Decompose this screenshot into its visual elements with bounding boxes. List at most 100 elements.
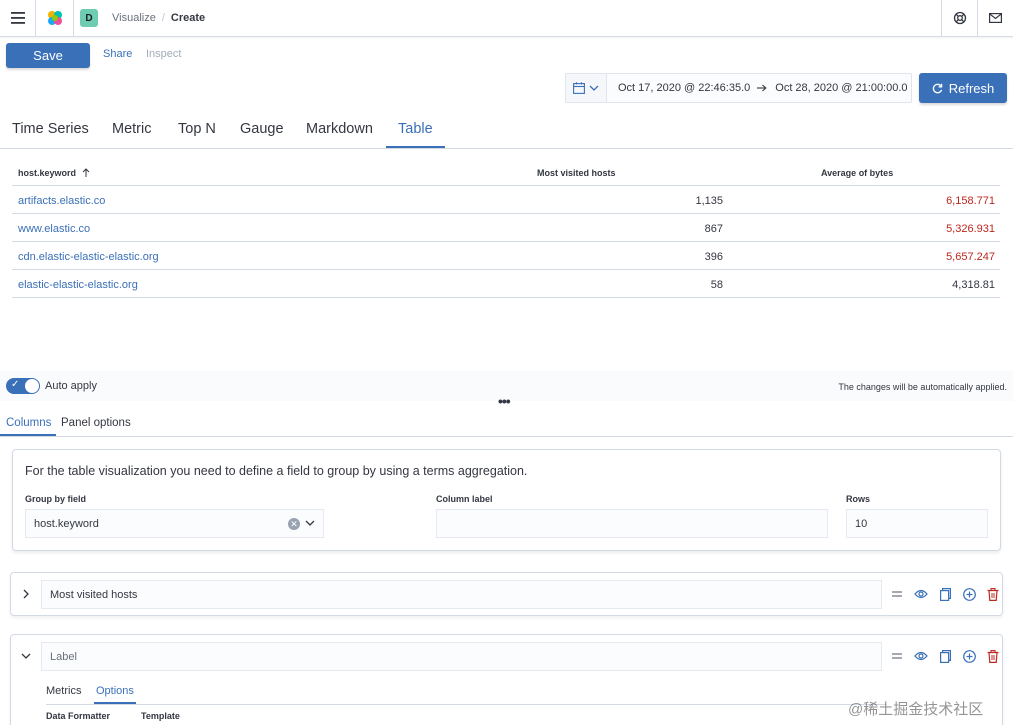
panel-description: For the table visualization you need to … [25, 464, 528, 478]
aggregation-label-input[interactable]: Most visited hosts [41, 580, 882, 609]
tab-time-series[interactable]: Time Series [12, 121, 89, 137]
chevron-down-icon[interactable] [20, 650, 32, 662]
clear-icon[interactable]: ✕ [288, 518, 300, 530]
visits-cell: 58 [710, 279, 723, 291]
tab-table[interactable]: Table [398, 121, 433, 137]
aggregation-card: Most visited hosts [10, 572, 1003, 616]
column-label-label: Column label [436, 494, 493, 504]
auto-apply-label: Auto apply [45, 380, 97, 392]
data-table: host.keyword Most visited hosts Average … [12, 158, 1000, 298]
table-body: artifacts.elastic.co 1,135 6,158.771 www.el… [12, 186, 1000, 298]
chevron-right-icon[interactable] [20, 588, 32, 600]
auto-apply-hint: The changes will be automatically applie… [838, 382, 1007, 392]
table-row: www.elastic.co 867 5,326.931 [12, 214, 1000, 242]
active-tab-indicator [386, 146, 445, 148]
host-link[interactable]: www.elastic.co [18, 223, 90, 235]
aggregation-actions [889, 648, 1001, 664]
sort-ascending-icon [82, 168, 89, 177]
date-range-picker: Oct 17, 2020 @ 22:46:35.0 Oct 28, 2020 @… [565, 73, 912, 103]
tab-top-n[interactable]: Top N [178, 121, 216, 137]
group-by-select[interactable]: host.keyword ✕ [25, 509, 324, 538]
refresh-button[interactable]: Refresh [919, 73, 1007, 103]
aggregation-label-value: Most visited hosts [50, 588, 138, 601]
group-by-panel: For the table visualization you need to … [12, 449, 1001, 551]
column-label-input[interactable] [436, 509, 828, 538]
table-row: elastic-elastic-elastic.org 58 4,318.81 [12, 270, 1000, 298]
eye-icon[interactable] [913, 586, 929, 602]
visits-cell: 867 [704, 223, 723, 235]
table-header-row: host.keyword Most visited hosts Average … [12, 158, 1000, 186]
editor-tabs: Columns Panel options [0, 409, 1013, 437]
inspect-link[interactable]: Inspect [146, 48, 181, 60]
tab-columns[interactable]: Columns [6, 417, 51, 429]
space-selector[interactable]: D [74, 0, 104, 37]
tab-markdown[interactable]: Markdown [306, 121, 373, 137]
host-link[interactable]: elastic-elastic-elastic.org [18, 279, 138, 291]
check-icon: ✓ [11, 379, 20, 390]
tab-gauge[interactable]: Gauge [240, 121, 284, 137]
copy-icon[interactable] [937, 586, 953, 602]
bytes-cell: 6,158.771 [946, 195, 995, 207]
watermark: @稀土掘金技术社区 [848, 701, 984, 718]
share-link[interactable]: Share [103, 48, 132, 60]
refresh-icon [932, 83, 942, 93]
breadcrumb-separator: / [161, 12, 165, 24]
chevron-down-icon[interactable] [304, 517, 316, 529]
visits-cell: 1,135 [695, 195, 723, 207]
visits-cell: 396 [704, 251, 723, 263]
resize-handle-icon[interactable]: ••• [498, 393, 511, 409]
data-formatter-label: Data Formatter [46, 711, 111, 721]
host-link[interactable]: cdn.elastic-elastic-elastic.org [18, 251, 159, 263]
elastic-logo-icon[interactable] [36, 0, 74, 37]
refresh-label: Refresh [948, 80, 995, 96]
eye-icon[interactable] [913, 648, 929, 664]
toggle-knob [25, 379, 39, 393]
visualization-type-tabs: Time Series Metric Top N Gauge Markdown … [0, 110, 1013, 149]
rows-input[interactable]: 10 [846, 509, 988, 538]
column-header-host[interactable]: host.keyword [18, 168, 90, 178]
host-link[interactable]: artifacts.elastic.co [18, 195, 105, 207]
save-button[interactable]: Save [6, 43, 90, 68]
template-label: Template [141, 711, 180, 721]
bytes-cell: 5,326.931 [946, 223, 995, 235]
trash-icon[interactable] [985, 648, 1001, 664]
end-date[interactable]: Oct 28, 2020 @ 21:00:00.0 [775, 82, 907, 94]
aggregation-label-input[interactable]: Label [41, 642, 882, 671]
trash-icon[interactable] [985, 586, 1001, 602]
breadcrumb-visualize[interactable]: Visualize [112, 12, 156, 24]
column-header-visits[interactable]: Most visited hosts [537, 168, 616, 178]
quick-menu-button[interactable] [566, 74, 607, 102]
add-icon[interactable] [961, 586, 977, 602]
active-subtab-indicator [0, 434, 56, 436]
table-row: cdn.elastic-elastic-elastic.org 396 5,657.… [12, 242, 1000, 270]
mail-icon[interactable] [977, 0, 1013, 37]
column-header-bytes[interactable]: Average of bytes [821, 168, 893, 178]
table-row: artifacts.elastic.co 1,135 6,158.771 [12, 186, 1000, 214]
help-icon[interactable] [941, 0, 977, 37]
breadcrumb: Visualize / Create [112, 12, 205, 24]
calendar-icon [573, 82, 585, 94]
active-inner-tab-indicator [94, 702, 136, 704]
top-navigation-bar: D Visualize / Create [0, 0, 1013, 37]
rows-value: 10 [855, 517, 868, 530]
bytes-cell: 5,657.247 [946, 251, 995, 263]
group-by-value: host.keyword [34, 517, 99, 530]
chevron-down-icon [589, 85, 599, 91]
drag-handle-icon[interactable] [889, 586, 905, 602]
start-date[interactable]: Oct 17, 2020 @ 22:46:35.0 [618, 82, 750, 94]
add-icon[interactable] [961, 648, 977, 664]
tab-metrics[interactable]: Metrics [46, 685, 81, 697]
tab-options[interactable]: Options [96, 685, 134, 697]
rows-label: Rows [846, 494, 871, 504]
aggregation-tabs: Metrics Options [46, 685, 886, 705]
tab-panel-options[interactable]: Panel options [61, 417, 131, 429]
auto-apply-toggle[interactable]: ✓ [6, 378, 40, 394]
drag-handle-icon[interactable] [889, 648, 905, 664]
copy-icon[interactable] [937, 648, 953, 664]
tab-metric[interactable]: Metric [112, 121, 151, 137]
group-by-label: Group by field [25, 494, 87, 504]
aggregation-actions [889, 586, 1001, 602]
breadcrumb-create: Create [170, 12, 206, 24]
hamburger-menu-icon[interactable] [0, 0, 36, 37]
header-actions [941, 0, 1013, 37]
